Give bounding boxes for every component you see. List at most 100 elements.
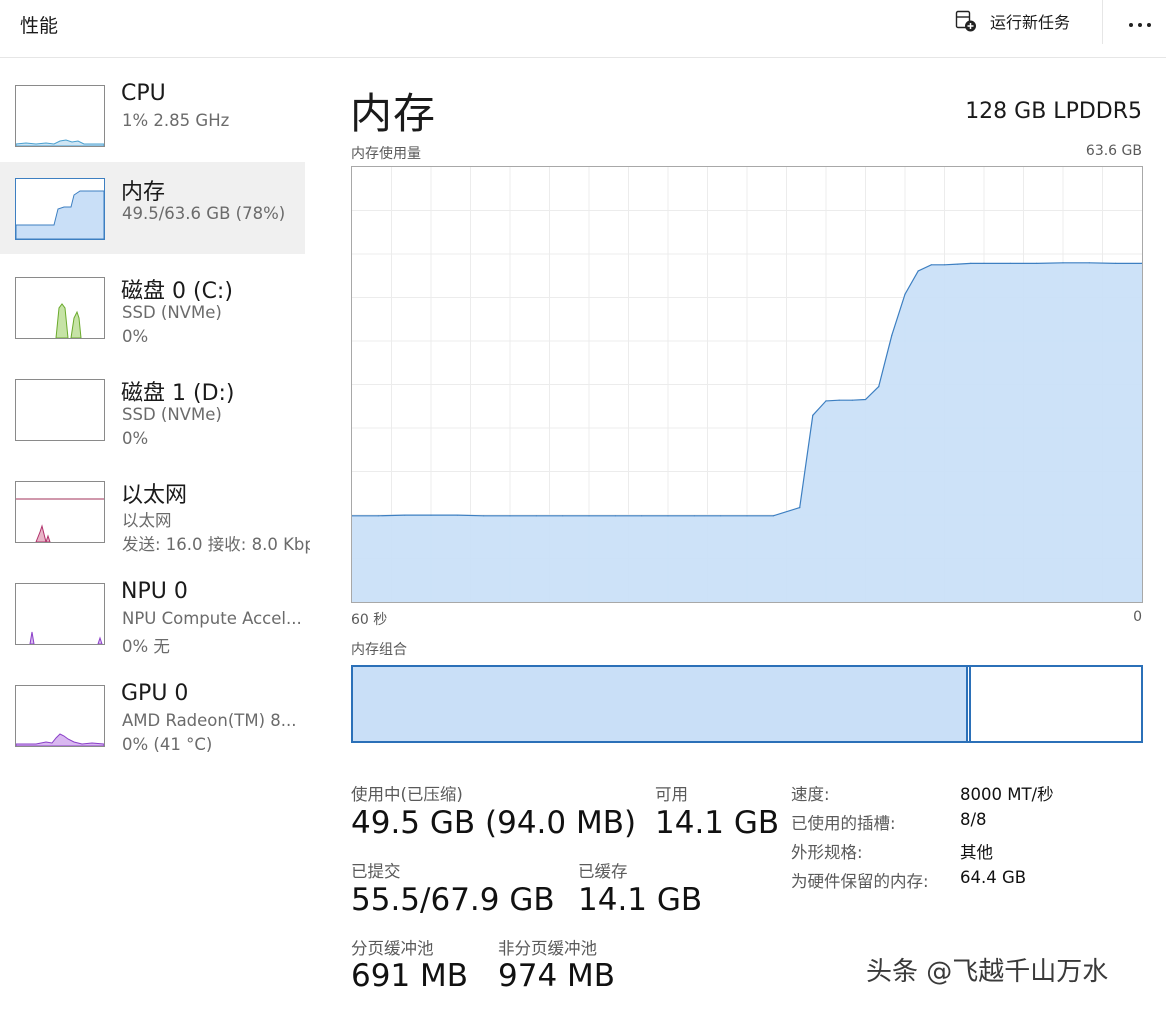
- header-divider: [1102, 0, 1103, 44]
- usage-point: [970, 262, 972, 264]
- usage-point: [746, 515, 748, 517]
- sidebar-item-detail: 1% 2.85 GHz: [122, 111, 230, 130]
- usage-point: [456, 514, 458, 516]
- usage-point: [1009, 262, 1011, 264]
- usage-point: [483, 515, 485, 517]
- usage-point: [772, 515, 774, 517]
- usage-point: [614, 515, 616, 517]
- sidebar-item-name: 内存: [121, 180, 166, 205]
- usage-point: [878, 386, 880, 388]
- usage-point: [799, 507, 801, 509]
- sidebar-item-usage: 0% (41 °C): [122, 735, 213, 754]
- committed-value: 55.5/67.9 GB: [351, 882, 555, 918]
- usage-point: [891, 334, 893, 336]
- composition-label: 内存组合: [351, 642, 407, 658]
- in-use-label: 使用中(已压缩): [351, 785, 463, 804]
- usage-point: [904, 293, 906, 295]
- sidebar-item-disk-0[interactable]: 磁盘 0 (C:) SSD (NVMe) 0%: [0, 251, 305, 346]
- usage-point: [930, 264, 932, 266]
- sidebar-item-name: 磁盘 1 (D:): [121, 381, 235, 406]
- usage-point: [377, 515, 379, 517]
- sidebar-item-npu-0[interactable]: NPU 0 NPU Compute Accel... 0% 无: [0, 557, 305, 656]
- usage-point: [693, 515, 695, 517]
- slots-used-key: 已使用的插槽:: [791, 814, 896, 833]
- sidebar-item-throughput: 发送: 16.0 接收: 8.0 Kbps: [122, 535, 310, 554]
- usage-point: [957, 263, 959, 265]
- usage-chart-max: 63.6 GB: [1085, 143, 1142, 159]
- memory-usage-svg: [352, 167, 1142, 602]
- usage-point: [812, 414, 814, 416]
- usage-point: [851, 399, 853, 401]
- watermark: 头条 @飞越千山万水: [866, 957, 1109, 987]
- sidebar-item-detail: SSD (NVMe): [122, 405, 222, 424]
- sidebar-item-name: GPU 0: [121, 681, 189, 706]
- chart-time-right: 0: [1133, 609, 1142, 625]
- sidebar-item-disk-1[interactable]: 磁盘 1 (D:) SSD (NVMe) 0%: [0, 353, 305, 448]
- sidebar-item-name: CPU: [121, 81, 166, 106]
- paged-pool-label: 分页缓冲池: [351, 939, 434, 958]
- hardware-reserved-key: 为硬件保留的内存:: [791, 872, 929, 891]
- usage-point: [864, 398, 867, 401]
- available-label: 可用: [655, 785, 688, 804]
- run-new-task-icon: [954, 9, 978, 33]
- ethernet-thumbnail: [15, 481, 105, 543]
- cpu-thumbnail: [15, 85, 105, 147]
- speed-value: 8000 MT/秒: [960, 785, 1054, 804]
- speed-key: 速度:: [791, 785, 830, 804]
- memory-usage-chart: [351, 166, 1143, 603]
- usage-chart-label: 内存使用量: [351, 146, 421, 162]
- run-new-task-button[interactable]: 运行新任务: [954, 6, 1070, 36]
- in-use-value: 49.5 GB (94.0 MB): [351, 805, 637, 841]
- usage-point: [1036, 262, 1038, 264]
- nonpaged-pool-value: 974 MB: [498, 958, 616, 994]
- sidebar-item-detail: 以太网: [122, 511, 172, 530]
- memory-composition-bar: [351, 665, 1143, 743]
- form-factor-key: 外形规格:: [791, 843, 863, 862]
- sidebar-item-usage: 0%: [122, 327, 149, 346]
- usage-point: [1088, 262, 1090, 264]
- usage-point: [509, 515, 511, 517]
- slots-used-value: 8/8: [960, 810, 987, 829]
- available-value: 14.1 GB: [655, 805, 780, 841]
- sidebar-item-detail: 49.5/63.6 GB (78%): [122, 204, 286, 223]
- usage-point: [983, 262, 985, 264]
- disk-1-thumbnail: [15, 379, 105, 441]
- nonpaged-pool-label: 非分页缓冲池: [498, 939, 597, 958]
- paged-pool-value: 691 MB: [351, 958, 469, 994]
- more-options-icon: [1128, 13, 1152, 32]
- sidebar: CPU 1% 2.85 GHz 内存 49.5/63.6 GB (78%) 磁盘…: [0, 59, 310, 1009]
- chart-time-left: 60 秒: [351, 612, 388, 628]
- cached-label: 已缓存: [578, 862, 628, 881]
- run-new-task-label: 运行新任务: [990, 13, 1071, 32]
- usage-point: [535, 515, 537, 517]
- usage-point: [838, 399, 840, 401]
- committed-label: 已提交: [351, 862, 401, 881]
- usage-point: [1115, 262, 1117, 264]
- sidebar-item-name: 磁盘 0 (C:): [121, 279, 233, 304]
- memory-spec: 128 GB LPDDR5: [965, 99, 1142, 124]
- sidebar-item-ethernet[interactable]: 以太网 以太网 发送: 16.0 接收: 8.0 Kbps: [0, 455, 310, 554]
- more-options-button[interactable]: [1124, 8, 1156, 36]
- sidebar-item-detail: NPU Compute Accel...: [122, 609, 302, 628]
- sidebar-item-name: 以太网: [121, 483, 188, 508]
- sidebar-item-detail: AMD Radeon(TM) 8...: [122, 711, 297, 730]
- usage-point: [667, 515, 669, 517]
- sidebar-item-cpu[interactable]: CPU 1% 2.85 GHz: [0, 59, 305, 151]
- usage-point: [562, 515, 564, 517]
- composition-in-use: [353, 667, 968, 741]
- usage-point: [825, 400, 827, 402]
- cached-value: 14.1 GB: [578, 882, 703, 918]
- usage-point: [720, 515, 722, 517]
- memory-thumbnail: [15, 178, 105, 240]
- usage-point: [588, 515, 590, 517]
- disk-0-thumbnail: [15, 277, 105, 339]
- usage-point: [943, 264, 946, 266]
- page-title: 性能: [20, 15, 59, 37]
- usage-point: [404, 514, 406, 516]
- main-title: 内存: [350, 89, 437, 138]
- hardware-reserved-value: 64.4 GB: [960, 868, 1027, 887]
- npu-0-thumbnail: [15, 583, 105, 645]
- sidebar-item-gpu-0[interactable]: GPU 0 AMD Radeon(TM) 8... 0% (41 °C): [0, 659, 305, 754]
- usage-point: [641, 515, 643, 517]
- sidebar-item-memory[interactable]: 内存 49.5/63.6 GB (78%): [0, 162, 305, 254]
